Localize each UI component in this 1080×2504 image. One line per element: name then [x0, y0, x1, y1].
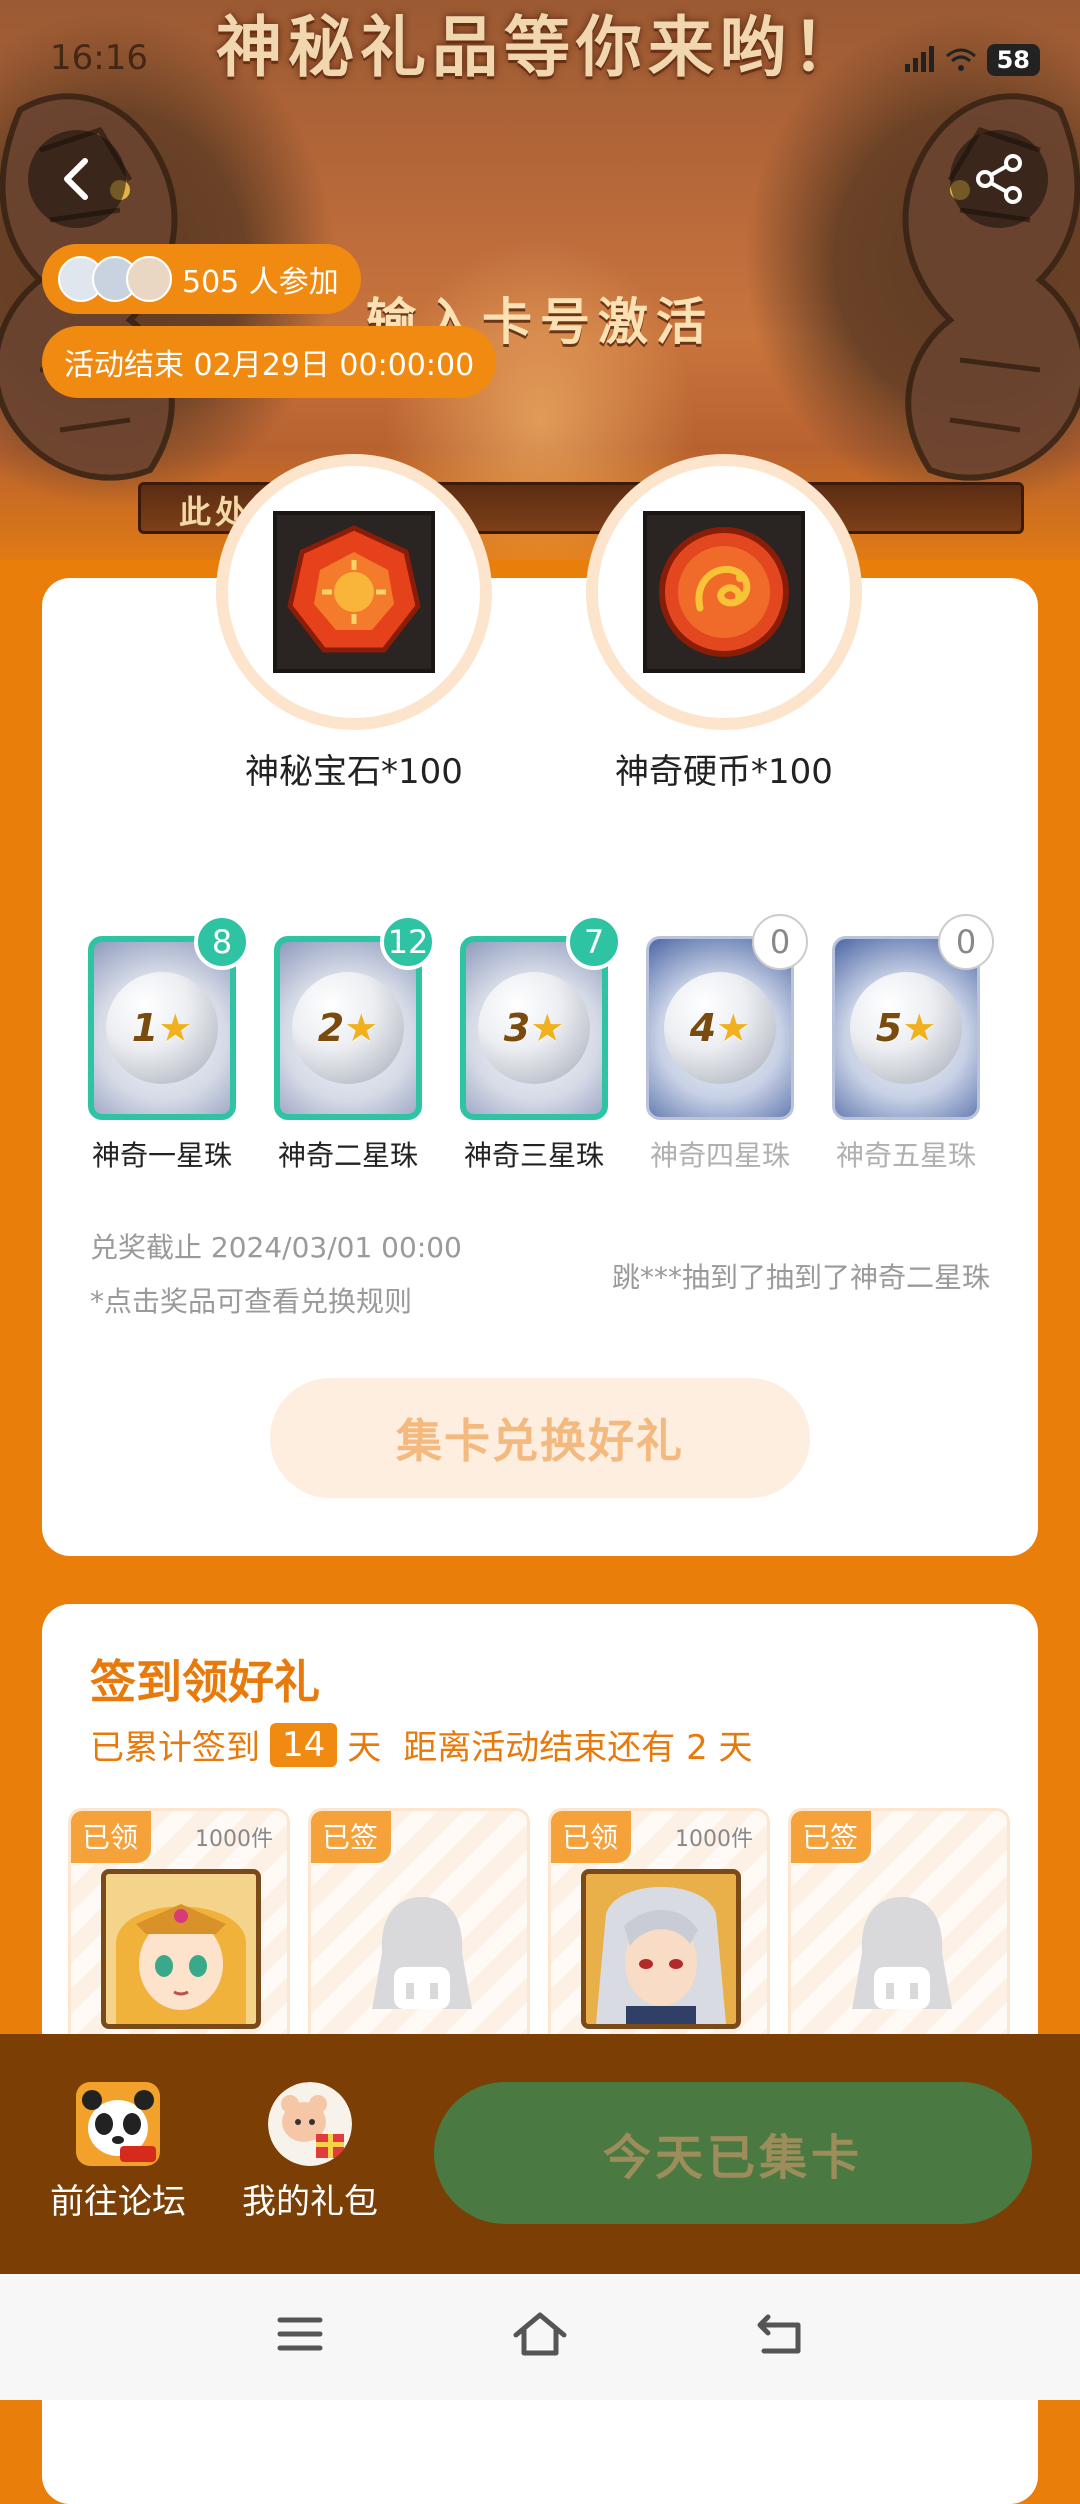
checkin-info: 已累计签到 14 天 距离活动结束还有 2 天 [90, 1720, 753, 1769]
checkin-prefix: 已累计签到 [90, 1728, 260, 1768]
pearl-card-label: 神奇五星珠 [835, 1139, 976, 1172]
prize-gem-label: 神秘宝石*100 [245, 752, 463, 792]
checkin-title: 签到领好礼 [90, 1655, 320, 1709]
pearl-card-label: 神奇三星珠 [463, 1139, 604, 1172]
collect-cards-row: 1 ★ 8 神奇一星珠 2 ★ 12 神奇二星珠 3 ★ 7 神奇三星珠 4 ★ 0 神… [88, 914, 1008, 1176]
hero-man-portrait [586, 1874, 736, 2024]
share-icon [976, 154, 1022, 204]
winner-ticker: 跳***抽到了抽到了神奇二星珠 [611, 1261, 990, 1294]
placeholder-character-icon [852, 1897, 952, 2009]
collect-card-panel: 1 ★ 8 神奇一星珠 2 ★ 12 神奇二星珠 3 ★ 7 神奇三星珠 4 ★ 0 神… [42, 578, 1038, 1556]
checkin-remaining: 距离活动结束还有 2 天 [403, 1728, 753, 1768]
checkin-days: 14 [270, 1722, 338, 1767]
forum-link[interactable]: 前往论坛 [38, 2082, 198, 2223]
forum-label: 前往论坛 [50, 2182, 186, 2222]
forum-icon [76, 2082, 160, 2166]
participants-pill: 505 人参加 [42, 244, 361, 314]
checkin-reward-tile[interactable]: 已签 [788, 1808, 1010, 2068]
back-nav-button[interactable] [745, 2304, 815, 2364]
status-icons: 58 [903, 40, 1040, 80]
participants-count: 505 人参加 [182, 265, 339, 300]
activity-end-pill: 活动结束 02月29日 00:00:00 [42, 326, 497, 398]
redeem-deadline: 兑奖截止 2024/03/01 00:00 [90, 1231, 462, 1264]
my-gifts-label: 我的礼包 [242, 2182, 378, 2222]
pearl-card-label: 神奇一星珠 [91, 1139, 232, 1172]
menu-icon [277, 2317, 323, 2351]
return-icon [757, 2314, 801, 2354]
prize-coin[interactable] [586, 454, 862, 730]
pearl-star-count: 3 [503, 1006, 531, 1050]
chevron-left-icon [64, 158, 88, 200]
pearl-icon: 5 ★ [850, 972, 962, 1084]
share-button[interactable] [950, 130, 1048, 228]
tile-status-tag: 已签 [311, 1811, 391, 1863]
hero-portrait [101, 1869, 261, 2029]
tile-quantity: 1000件 [675, 1827, 753, 1852]
pearl-icon: 4 ★ [664, 972, 776, 1084]
status-time: 16:16 [50, 38, 148, 78]
home-icon [513, 2312, 567, 2356]
pearl-star-count: 1 [131, 1006, 159, 1050]
pearl-star-count: 5 [875, 1006, 903, 1050]
signal-icon [904, 46, 934, 72]
tile-status-tag: 已领 [551, 1811, 631, 1863]
my-gifts-link[interactable]: 我的礼包 [230, 2082, 390, 2223]
menu-button[interactable] [265, 2304, 335, 2364]
hero-girl-portrait [106, 1874, 256, 2024]
battery-level: 58 [986, 44, 1040, 76]
card-count-badge: 8 [194, 914, 250, 970]
redeem-rule-hint: *点击奖品可查看兑换规则 [90, 1285, 413, 1318]
gift-icon [268, 2082, 352, 2166]
checkin-unit: 天 [347, 1728, 382, 1768]
placeholder-character-icon [372, 1897, 472, 2009]
pearl-card-label: 神奇四星珠 [649, 1139, 790, 1172]
prize-image-frame [273, 511, 435, 673]
system-nav-bar [0, 2274, 1080, 2400]
hero-portrait [581, 1869, 741, 2029]
redeem-button[interactable]: 集卡兑换好礼 [270, 1378, 810, 1498]
pearl-card-label: 神奇二星珠 [277, 1139, 418, 1172]
avatar [126, 256, 172, 302]
tile-quantity: 1000件 [195, 1827, 273, 1852]
prize-image-frame [643, 511, 805, 673]
participant-avatars [58, 256, 172, 302]
pearl-star-count: 2 [317, 1006, 345, 1050]
prize-gem[interactable] [216, 454, 492, 730]
back-button[interactable] [28, 130, 126, 228]
home-button[interactable] [505, 2304, 575, 2364]
checkin-reward-tile[interactable]: 已领 1000件 [68, 1808, 290, 2068]
wifi-icon [945, 48, 976, 71]
checkin-reward-tile[interactable]: 已领 1000件 [548, 1808, 770, 2068]
bottom-action-bar: 前往论坛 我的礼包 今天已集卡 [0, 2034, 1080, 2274]
card-count-badge: 0 [938, 914, 994, 970]
card-count-badge: 12 [380, 914, 436, 970]
dragon-coin-icon [659, 527, 789, 657]
checkin-reward-tile[interactable]: 已签 [308, 1808, 530, 2068]
pearl-icon: 2 ★ [292, 972, 404, 1084]
prize-coin-label: 神奇硬币*100 [615, 752, 833, 792]
gem-icon [287, 525, 421, 653]
activity-end-text: 活动结束 02月29日 00:00:00 [64, 348, 475, 383]
pearl-icon: 1 ★ [106, 972, 218, 1084]
pearl-icon: 3 ★ [478, 972, 590, 1084]
pearl-star-count: 4 [689, 1006, 717, 1050]
tile-status-tag: 已领 [71, 1811, 151, 1863]
card-count-badge: 0 [752, 914, 808, 970]
tile-status-tag: 已签 [791, 1811, 871, 1863]
card-count-badge: 7 [566, 914, 622, 970]
collect-today-button[interactable]: 今天已集卡 [434, 2082, 1032, 2224]
